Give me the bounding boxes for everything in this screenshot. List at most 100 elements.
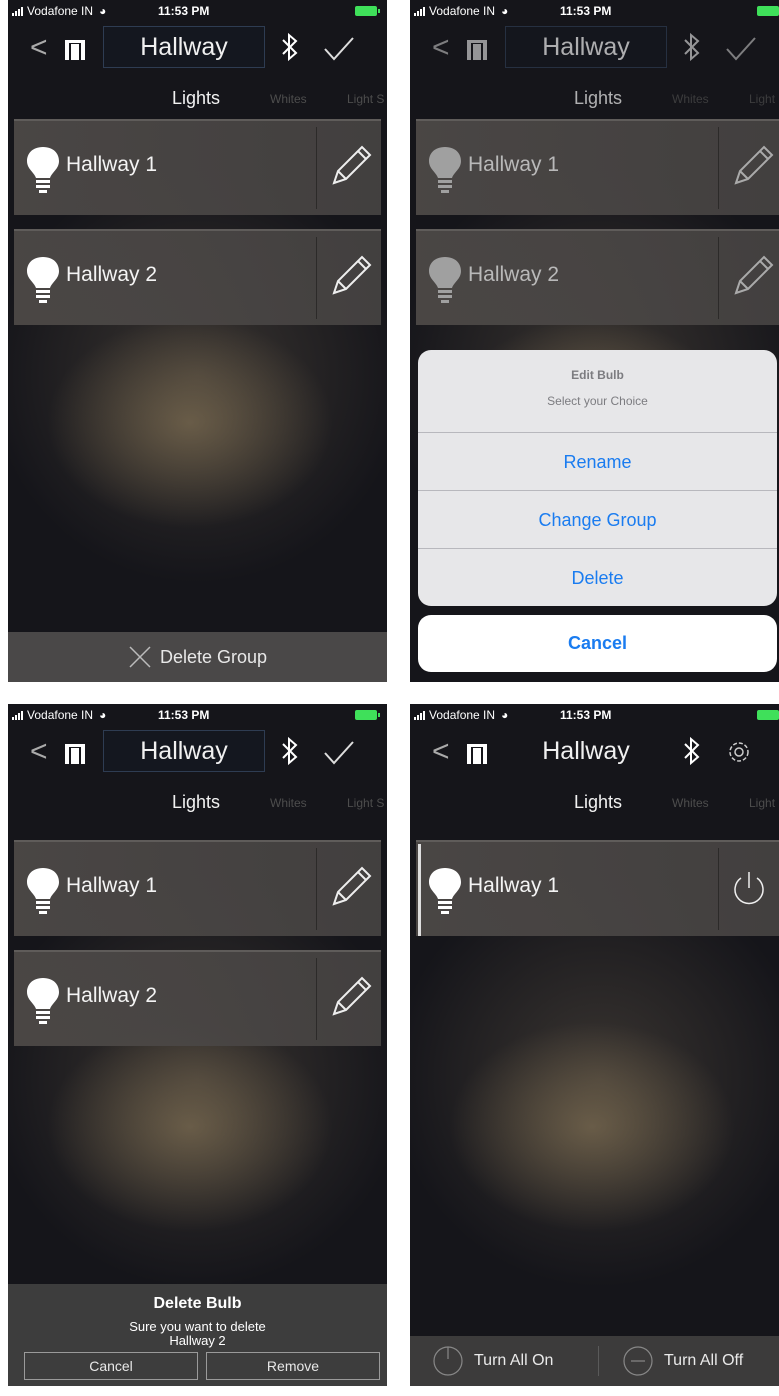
tab-bar: Lights Whites Light S [8, 790, 387, 814]
back-icon[interactable]: < [432, 734, 450, 770]
status-bar: Vodafone IN ◕ 11:53 PM [410, 704, 779, 726]
tab-bar: Lights Whites Light S [410, 86, 779, 110]
nav-bar: < Hallway [8, 24, 387, 72]
tab-light-s[interactable]: Light S [749, 796, 779, 810]
pencil-icon[interactable] [732, 253, 776, 297]
door-icon [467, 744, 487, 764]
carrier-label: Vodafone IN [429, 708, 496, 722]
tab-lights[interactable]: Lights [172, 792, 220, 813]
tab-whites[interactable]: Whites [672, 796, 709, 810]
turn-all-on-button[interactable]: Turn All On [432, 1336, 553, 1386]
tab-lights[interactable]: Lights [172, 88, 220, 109]
action-sheet-subtitle: Select your Choice [547, 394, 648, 408]
divider [316, 958, 317, 1040]
carrier-label: Vodafone IN [27, 4, 94, 18]
bulb-row[interactable]: Hallway 1 [416, 840, 779, 936]
bulb-name: Hallway 2 [468, 263, 560, 286]
screen-group-control: Vodafone IN ◕ 11:53 PM < Hallway Lights … [410, 704, 779, 1386]
screen-delete-bulb: Vodafone IN ◕ 11:53 PM < Hallway Lights … [8, 704, 387, 1386]
signal-icon [12, 6, 23, 16]
back-icon[interactable]: < [432, 30, 450, 66]
bluetooth-icon[interactable] [280, 736, 300, 766]
pencil-icon[interactable] [330, 974, 374, 1018]
group-name-field[interactable]: Hallway [103, 730, 265, 772]
pencil-icon[interactable] [330, 864, 374, 908]
action-sheet-title: Edit Bulb [571, 368, 624, 382]
tab-lights[interactable]: Lights [574, 88, 622, 109]
bulb-row[interactable]: Hallway 1 [14, 840, 381, 936]
bluetooth-icon[interactable] [280, 32, 300, 62]
status-bar: Vodafone IN ◕ 11:53 PM [410, 0, 779, 22]
divider [718, 237, 719, 319]
nav-bar: < Hallway [410, 728, 779, 776]
tab-light-s[interactable]: Light S [347, 92, 384, 106]
group-name-field[interactable]: Hallway [505, 26, 667, 68]
delete-group-label: Delete Group [159, 646, 268, 667]
bulb-row[interactable]: Hallway 1 [416, 119, 779, 215]
signal-icon [414, 6, 425, 16]
divider [316, 237, 317, 319]
tab-whites[interactable]: Whites [672, 92, 709, 106]
turn-all-off-button[interactable]: Turn All Off [622, 1336, 743, 1386]
bottom-bar: Turn All On Turn All Off [410, 1336, 779, 1386]
signal-icon [12, 710, 23, 720]
bluetooth-icon[interactable] [682, 32, 702, 62]
back-icon[interactable]: < [30, 734, 48, 770]
delete-group-button[interactable]: Delete Group [8, 632, 387, 682]
group-title: Hallway [542, 736, 630, 765]
action-sheet: Edit Bulb Select your Choice Rename Chan… [418, 350, 777, 606]
cancel-button[interactable]: Cancel [418, 615, 777, 672]
door-icon [65, 744, 85, 764]
bulb-name: Hallway 1 [66, 153, 158, 176]
pencil-icon[interactable] [330, 143, 374, 187]
confirm-title: Delete Bulb [153, 1295, 242, 1312]
divider [316, 127, 317, 209]
change-group-option[interactable]: Change Group [418, 490, 777, 549]
tab-whites[interactable]: Whites [270, 796, 307, 810]
group-name-field[interactable]: Hallway [103, 26, 265, 68]
tab-light-s[interactable]: Light S [749, 92, 779, 106]
bulb-icon [27, 257, 59, 303]
wifi-icon: ◕ [99, 708, 107, 722]
wifi-icon: ◕ [501, 708, 509, 722]
bulb-name: Hallway 1 [468, 874, 560, 897]
bulb-row[interactable]: Hallway 1 [14, 119, 381, 215]
bulb-icon [27, 978, 59, 1024]
gear-icon[interactable] [725, 738, 753, 766]
bluetooth-icon[interactable] [682, 736, 702, 766]
check-icon[interactable] [323, 740, 355, 766]
tab-bar: Lights Whites Light S [410, 790, 779, 814]
check-icon[interactable] [725, 36, 757, 62]
cancel-button[interactable]: Cancel [24, 1352, 198, 1380]
pencil-icon[interactable] [330, 253, 374, 297]
nav-bar: < Hallway [8, 728, 387, 776]
status-time: 11:53 PM [158, 4, 210, 18]
tab-light-s[interactable]: Light S [347, 796, 384, 810]
battery-icon [355, 6, 380, 16]
status-bar: Vodafone IN ◕ 11:53 PM [8, 704, 387, 726]
signal-icon [414, 710, 425, 720]
rename-option[interactable]: Rename [418, 432, 777, 491]
door-icon [65, 40, 85, 60]
bulb-row[interactable]: Hallway 2 [14, 229, 381, 325]
bulb-icon [429, 147, 461, 193]
turn-all-off-label: Turn All Off [664, 1352, 744, 1369]
tab-bar: Lights Whites Light S [8, 86, 387, 110]
check-icon[interactable] [323, 36, 355, 62]
power-icon[interactable] [728, 868, 770, 910]
battery-icon [757, 6, 779, 16]
divider [718, 127, 719, 209]
bulb-row[interactable]: Hallway 2 [14, 950, 381, 1046]
delete-option[interactable]: Delete [418, 548, 777, 606]
tab-lights[interactable]: Lights [574, 792, 622, 813]
door-icon [467, 40, 487, 60]
remove-button[interactable]: Remove [206, 1352, 380, 1380]
back-icon[interactable]: < [30, 30, 48, 66]
tab-whites[interactable]: Whites [270, 92, 307, 106]
turn-all-on-label: Turn All On [474, 1352, 554, 1369]
pencil-icon[interactable] [732, 143, 776, 187]
bulb-row[interactable]: Hallway 2 [416, 229, 779, 325]
screen-edit-bulb-sheet: Vodafone IN ◕ 11:53 PM < Hallway Lights … [410, 0, 779, 682]
status-time: 11:53 PM [560, 708, 612, 722]
bulb-name: Hallway 2 [66, 263, 158, 286]
